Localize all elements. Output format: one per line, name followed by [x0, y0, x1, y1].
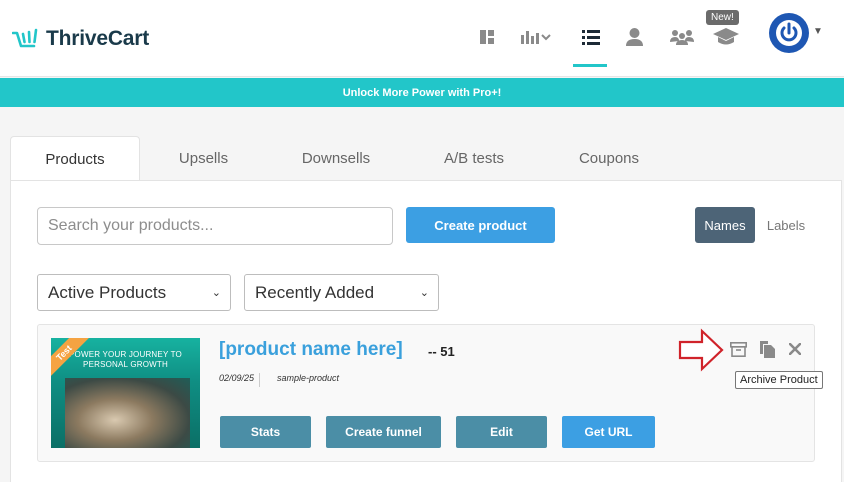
close-icon[interactable] — [785, 339, 805, 359]
create-funnel-button[interactable]: Create funnel — [326, 416, 441, 448]
chevron-down-icon[interactable]: ▼ — [813, 26, 823, 37]
dashboard-icon[interactable] — [479, 26, 495, 48]
thumbnail-photo — [65, 378, 190, 448]
product-name-link[interactable]: [product name here] — [219, 339, 403, 361]
sort-select[interactable]: Recently Added ⌄ — [244, 274, 439, 311]
get-url-button[interactable]: Get URL — [562, 416, 655, 448]
product-id: -- 51 — [428, 344, 455, 359]
status-filter-select[interactable]: Active Products ⌄ — [37, 274, 231, 311]
duplicate-icon[interactable] — [757, 339, 777, 359]
status-filter-value: Active Products — [48, 282, 167, 302]
analytics-icon[interactable] — [521, 26, 551, 48]
product-thumbnail: POWER YOUR JOURNEY TO PERSONAL GROWTH Te… — [51, 338, 200, 448]
new-badge: New! — [706, 10, 739, 25]
brand-logo[interactable]: ThriveCart — [12, 27, 149, 51]
sort-value: Recently Added — [255, 282, 375, 302]
stats-button[interactable]: Stats — [220, 416, 311, 448]
cart-icon — [12, 28, 38, 48]
create-product-button[interactable]: Create product — [406, 207, 555, 243]
learn-cap-icon[interactable] — [713, 26, 739, 48]
archive-icon[interactable] — [728, 339, 748, 359]
user-icon[interactable] — [625, 26, 643, 48]
upgrade-banner[interactable]: Unlock More Power with Pro+! — [0, 78, 844, 107]
product-date: 02/09/25 — [219, 373, 261, 387]
products-list-icon[interactable] — [581, 26, 601, 48]
affiliates-icon[interactable] — [670, 26, 694, 48]
upgrade-banner-text: Unlock More Power with Pro+! — [342, 86, 502, 99]
tab-ab-tests[interactable]: A/B tests — [405, 136, 543, 181]
tab-upsells[interactable]: Upsells — [140, 136, 267, 181]
tab-coupons[interactable]: Coupons — [543, 136, 675, 181]
brand-name: ThriveCart — [46, 27, 150, 50]
tab-products[interactable]: Products — [10, 136, 140, 182]
edit-button[interactable]: Edit — [456, 416, 547, 448]
active-nav-indicator — [573, 64, 607, 67]
chevron-down-icon: ⌄ — [419, 287, 429, 299]
search-input[interactable] — [37, 207, 393, 245]
product-tabs: Products Upsells Downsells A/B tests Cou… — [10, 136, 842, 182]
view-names-toggle[interactable]: Names — [695, 207, 755, 243]
product-slug: sample-product — [277, 373, 340, 383]
view-labels-toggle[interactable]: Labels — [758, 207, 814, 243]
avatar[interactable] — [769, 13, 809, 53]
top-navbar: ThriveCart New! ▼ — [0, 0, 844, 77]
pointer-arrow-icon — [678, 328, 724, 372]
tab-downsells[interactable]: Downsells — [267, 136, 405, 181]
archive-tooltip: Archive Product — [735, 371, 823, 389]
power-icon — [776, 20, 802, 46]
chevron-down-icon: ⌄ — [211, 287, 221, 299]
